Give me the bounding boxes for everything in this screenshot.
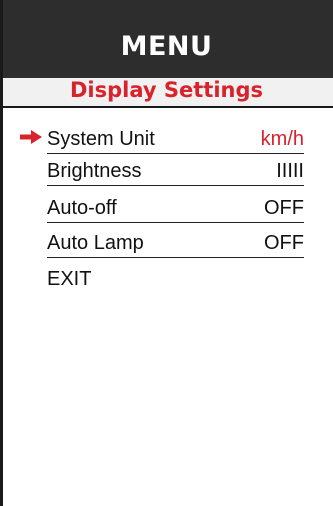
menu-item-exit[interactable]: EXIT [47,264,304,294]
menu-item-value: km/h [260,128,304,150]
menu-item-value: OFF [264,197,304,219]
menu-item-brightness[interactable]: Brightness IIIII [47,156,304,186]
menu-item-label: EXIT [47,268,92,290]
row-underline [47,257,304,258]
menu-item-value: IIIII [276,160,304,182]
display-screen: MENU Display Settings System Unit km/h B… [0,0,333,506]
menu-title: MENU [120,31,213,62]
menu-item-label: System Unit [47,128,155,150]
menu-item-label: Auto Lamp [47,232,144,254]
section-title: Display Settings [69,78,263,102]
row-underline [47,185,304,186]
menu-item-system-unit[interactable]: System Unit km/h [47,124,304,154]
menu-item-label: Brightness [47,160,142,182]
menu-item-label: Auto-off [47,197,117,219]
menu-item-auto-lamp[interactable]: Auto Lamp OFF [47,228,304,258]
menu-item-value: OFF [264,232,304,254]
row-underline [47,222,304,223]
arrow-right-icon [20,130,42,144]
row-underline [47,153,304,154]
screen-border [0,0,3,506]
section-divider [0,106,333,108]
menu-item-auto-off[interactable]: Auto-off OFF [47,193,304,223]
